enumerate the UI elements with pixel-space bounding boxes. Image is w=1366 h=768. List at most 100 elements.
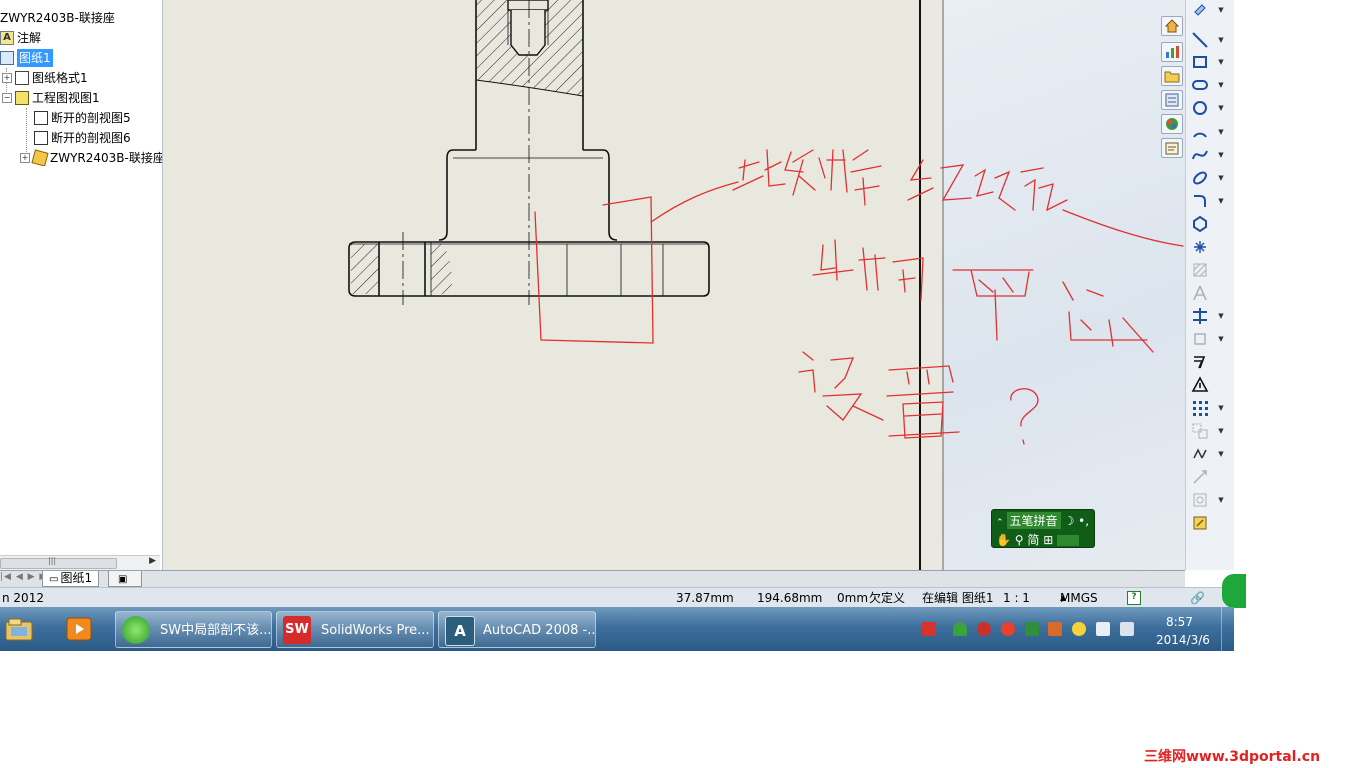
tree-item-label: 图纸格式1	[32, 70, 88, 85]
tree-item-sheet[interactable]: 图纸1	[0, 48, 53, 67]
hand-icon[interactable]: ✋	[996, 533, 1011, 547]
dropdown-arrow-icon[interactable]: ▼	[1217, 128, 1225, 136]
chart-icon[interactable]	[1161, 42, 1183, 62]
media-player-icon[interactable]	[63, 613, 95, 645]
dropdown-arrow-icon[interactable]: ▼	[1217, 450, 1225, 458]
dropdown-arrow-icon[interactable]: ▼	[1217, 312, 1225, 320]
ellipse-icon[interactable]	[1190, 168, 1210, 188]
dropdown-arrow-icon[interactable]: ▼	[1217, 174, 1225, 182]
drawing-canvas[interactable]	[163, 0, 1185, 570]
dropdown-arrow-icon[interactable]: ▼	[1217, 81, 1225, 89]
arc-icon[interactable]	[1190, 122, 1210, 142]
appearance-icon[interactable]	[1161, 114, 1183, 134]
update-icon[interactable]	[1072, 622, 1086, 636]
dropdown-arrow-icon[interactable]: ▼	[1217, 104, 1225, 112]
tree-item-broken-section-6[interactable]: 断开的剖视图6	[34, 128, 131, 146]
slot-icon[interactable]	[1190, 75, 1210, 95]
browser-icon	[122, 616, 150, 644]
tree-horizontal-scrollbar[interactable]: ||| ▶	[0, 555, 160, 570]
tree-item-annotations[interactable]: A 注解	[0, 28, 41, 46]
linear-pattern-icon[interactable]	[1190, 398, 1210, 418]
dropdown-arrow-icon[interactable]: ▼	[1217, 36, 1225, 44]
point-icon[interactable]	[1190, 237, 1210, 257]
polygon-icon[interactable]	[1190, 214, 1210, 234]
tree-item-broken-section-5[interactable]: 断开的剖视图5	[34, 108, 131, 126]
dropdown-arrow-icon[interactable]: ▼	[1217, 151, 1225, 159]
fillet-icon[interactable]	[1190, 191, 1210, 211]
punctuation-icon[interactable]: •,	[1078, 514, 1089, 528]
clock-date[interactable]: 2014/3/6	[1156, 633, 1210, 647]
ime-charset[interactable]: 简	[1027, 533, 1039, 547]
drawing-view-icon	[15, 90, 29, 105]
dropdown-arrow-icon[interactable]: ▼	[1217, 427, 1225, 435]
tree-item-label: 图纸1	[17, 48, 53, 67]
collapse-icon[interactable]: −	[2, 92, 12, 103]
ime-menu-icon[interactable]: ⌃	[996, 518, 1004, 528]
taskbar-item-browser[interactable]: SW中局部剖不该...	[115, 611, 272, 648]
tree-item-sheet-format[interactable]: + 图纸格式1	[2, 68, 88, 86]
dropdown-arrow-icon[interactable]: ▼	[1217, 58, 1225, 66]
mirror-icon[interactable]	[1190, 375, 1210, 395]
dropdown-arrow-icon[interactable]: ▼	[1217, 404, 1225, 412]
offset-icon[interactable]	[1190, 352, 1210, 372]
tree-item-drawing-view[interactable]: − 工程图视图1	[2, 88, 100, 106]
repair-sketch-icon[interactable]	[1190, 467, 1210, 487]
network-icon[interactable]	[1096, 622, 1110, 636]
taskbar-item-label: SolidWorks Pre...	[321, 623, 430, 638]
circle-icon[interactable]	[1190, 98, 1210, 118]
dropdown-arrow-icon[interactable]: ▼	[1217, 335, 1225, 343]
dropdown-arrow-icon[interactable]: ▼	[1217, 197, 1225, 205]
volume-muted-icon[interactable]	[1120, 622, 1134, 636]
rapid-sketch-icon[interactable]	[1190, 513, 1210, 533]
taskbar-item-autocad[interactable]: A AutoCAD 2008 -...	[438, 611, 596, 648]
rectangle-icon[interactable]	[1190, 52, 1210, 72]
spline-icon[interactable]	[1190, 145, 1210, 165]
add-sheet-tab[interactable]: ▣	[108, 571, 142, 587]
sheet-icon: ▭	[49, 574, 59, 585]
scroll-right-icon[interactable]: ▶	[149, 556, 156, 566]
move-entities-icon[interactable]	[1190, 421, 1210, 441]
app-tray-icon[interactable]	[1001, 622, 1015, 636]
ime-tray-icon[interactable]	[922, 622, 936, 636]
view-palette-icon[interactable]	[1161, 90, 1183, 110]
tree-item-document[interactable]: ZWYR2403B-联接座	[0, 8, 115, 26]
quick-snaps-icon[interactable]	[1190, 490, 1210, 510]
ime-mode[interactable]: 五笔拼音	[1006, 512, 1061, 529]
clock-time[interactable]: 8:57	[1166, 615, 1193, 629]
hatch-icon[interactable]	[1190, 260, 1210, 280]
ime-status-bar[interactable]: ⌃ 五笔拼音 ☽ •, ✋ ⚲ 简 ⊞	[991, 509, 1095, 548]
qq-icon[interactable]	[977, 622, 991, 636]
tree-item-part[interactable]: + ZWYR2403B-联接座	[20, 148, 162, 166]
soft-keyboard-icon[interactable]	[1057, 535, 1080, 546]
ime-grid-icon[interactable]: ⊞	[1043, 533, 1053, 547]
security-shield-icon[interactable]	[953, 622, 967, 636]
dropdown-arrow-icon[interactable]: ▼	[1217, 496, 1225, 504]
rebuild-icon[interactable]: 🔗	[1190, 588, 1205, 608]
tree-item-label: ZWYR2403B-联接座	[50, 150, 162, 165]
sheet-format-icon	[15, 70, 29, 85]
show-desktop-button[interactable]	[1221, 607, 1235, 651]
antivirus-icon[interactable]	[1025, 622, 1039, 636]
expand-icon[interactable]: +	[2, 72, 12, 83]
ime-search-icon[interactable]: ⚲	[1015, 533, 1024, 547]
convert-entities-icon[interactable]	[1190, 329, 1210, 349]
dropdown-arrow-icon[interactable]: ▼	[1217, 6, 1225, 14]
home-icon[interactable]	[1161, 16, 1183, 36]
line-icon[interactable]	[1190, 30, 1210, 50]
expand-icon[interactable]: +	[20, 152, 30, 163]
annotations-icon: A	[0, 30, 14, 45]
trim-icon[interactable]	[1190, 306, 1210, 326]
explorer-icon[interactable]	[3, 613, 35, 645]
smart-dimension-icon[interactable]	[1190, 0, 1210, 20]
display-relations-icon[interactable]	[1190, 444, 1210, 464]
text-icon[interactable]	[1190, 283, 1210, 303]
notification-icon[interactable]	[1048, 622, 1062, 636]
tab-sheet-1[interactable]: ▭ 图纸1	[42, 571, 100, 587]
properties-icon[interactable]	[1161, 138, 1183, 158]
scrollbar-thumb[interactable]	[0, 558, 117, 569]
taskbar-item-solidworks[interactable]: SW SolidWorks Pre...	[276, 611, 434, 648]
folder-icon[interactable]	[1161, 66, 1183, 86]
part-icon	[31, 148, 49, 166]
half-width-icon[interactable]: ☽	[1064, 514, 1075, 528]
broken-section-icon	[34, 130, 48, 145]
